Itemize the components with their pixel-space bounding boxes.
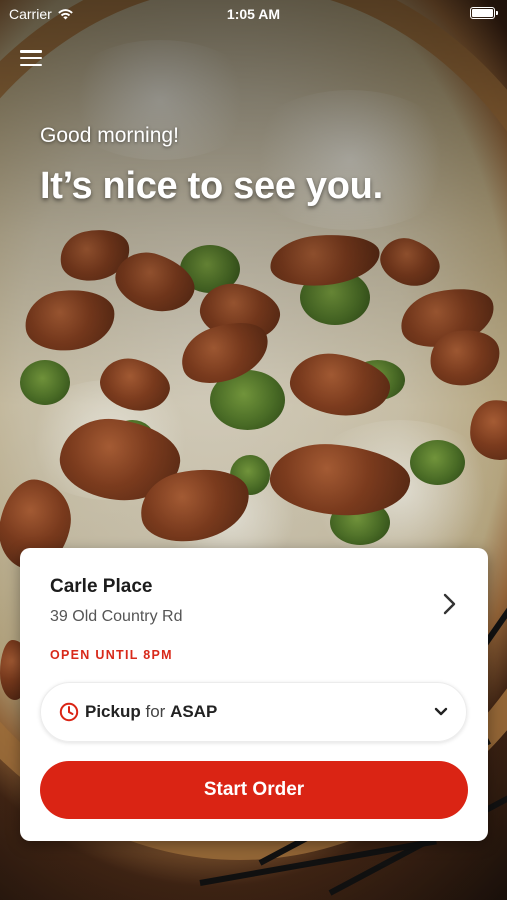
order-mode-time: ASAP bbox=[170, 702, 218, 721]
order-mode-dropdown[interactable]: Pickup for ASAP bbox=[40, 682, 467, 742]
clock-icon bbox=[59, 702, 79, 722]
start-order-button[interactable]: Start Order bbox=[40, 761, 468, 819]
store-hours-status: OPEN UNTIL 8PM bbox=[50, 648, 173, 662]
status-time: 1:05 AM bbox=[226, 6, 281, 22]
store-card: Carle Place 39 Old Country Rd OPEN UNTIL… bbox=[20, 548, 488, 841]
welcome-headline: It’s nice to see you. bbox=[40, 165, 383, 207]
chevron-right-icon[interactable] bbox=[440, 592, 458, 616]
hamburger-menu-icon[interactable] bbox=[20, 48, 42, 68]
status-bar: Carrier 1:05 AM bbox=[0, 0, 507, 28]
order-mode-connector: for bbox=[145, 702, 166, 721]
greeting-text: Good morning! bbox=[40, 124, 179, 147]
store-address: 39 Old Country Rd bbox=[50, 608, 183, 625]
chevron-down-icon[interactable] bbox=[434, 707, 448, 717]
order-mode-label: Pickup for ASAP bbox=[85, 702, 217, 722]
store-selector[interactable]: Carle Place 39 Old Country Rd bbox=[50, 576, 466, 636]
order-mode-type: Pickup bbox=[85, 702, 141, 721]
store-name: Carle Place bbox=[50, 576, 153, 597]
battery-icon bbox=[470, 7, 498, 19]
